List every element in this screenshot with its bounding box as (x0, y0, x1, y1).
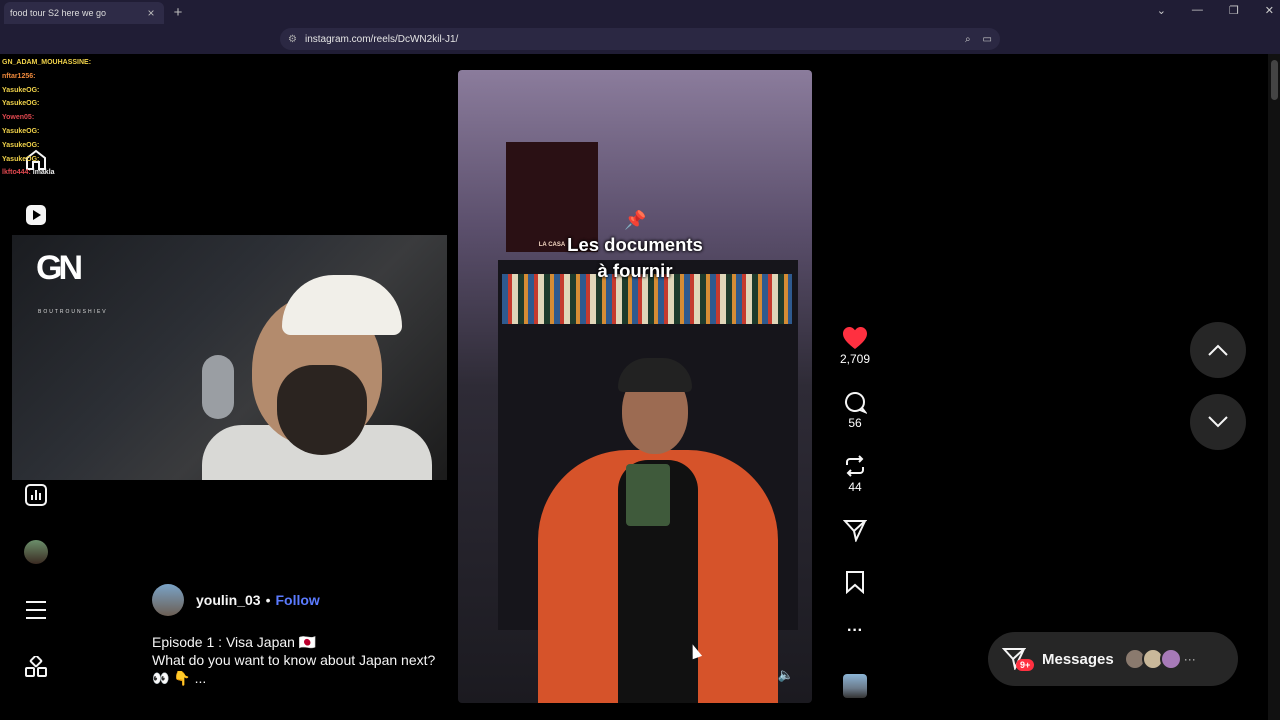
more-options-icon[interactable]: ··· (830, 622, 880, 640)
tab-title: food tour S2 here we go (10, 8, 107, 18)
pushpin-icon: 📌 (624, 210, 647, 230)
author-username[interactable]: youlin_03 (196, 592, 261, 608)
reel-caption[interactable]: Episode 1 : Visa Japan 🇯🇵 What do you wa… (152, 633, 442, 687)
save-button[interactable] (830, 570, 880, 594)
heart-icon (843, 327, 867, 349)
messages-label: Messages (1042, 650, 1114, 668)
send-icon (843, 520, 867, 542)
caption-line-2: What do you want to know about Japan nex… (152, 652, 436, 686)
separator-dot: • (265, 592, 271, 608)
page-scrollbar[interactable] (1268, 54, 1280, 720)
also-from-meta-icon[interactable] (22, 653, 50, 681)
repost-icon (846, 455, 864, 477)
repost-button[interactable]: 44 (830, 454, 880, 494)
address-bar-row: ☐ ⚙ instagram.com/reels/DcWN2kil-J1/ ⌕ ▭… (0, 26, 1280, 72)
messenger-icon: 9+ (1001, 646, 1035, 672)
zoom-icon[interactable]: ⌕ (965, 34, 971, 45)
more-menu-icon[interactable] (22, 596, 50, 624)
contact-avatar (1159, 648, 1182, 670)
chevron-up-icon (1208, 344, 1228, 356)
like-button[interactable]: 2,709 (830, 326, 880, 366)
chat-line: YasukeOG: (2, 100, 40, 108)
chat-line: Yowen05: (2, 114, 35, 122)
maximize-button[interactable]: ❐ (1229, 4, 1239, 17)
stream-chat-overlay: GN_ADAM_MOUHASSINE: nftar1256: YasukeOG:… (2, 56, 152, 180)
dashboard-icon[interactable] (22, 481, 50, 509)
audio-thumbnail[interactable] (843, 674, 867, 698)
chat-line: YasukeOG: (2, 86, 40, 94)
browser-chrome: food tour S2 here we go × + ⌄ — ❐ ✕ ☐ ⚙ … (0, 0, 1280, 72)
share-button[interactable] (830, 518, 880, 542)
bookmark-save-icon (846, 571, 864, 594)
url-field[interactable]: ⚙ instagram.com/reels/DcWN2kil-J1/ ⌕ ▭ (280, 28, 1000, 50)
microphone (202, 355, 234, 419)
volume-icon[interactable]: 🔈 (778, 667, 794, 683)
chat-line: GN_ADAM_MOUHASSINE: (2, 59, 92, 66)
close-window-button[interactable]: ✕ (1265, 4, 1274, 17)
chat-line: YasukeOG: (2, 127, 40, 135)
window-controls: ⌄ — ❐ ✕ (1157, 4, 1274, 17)
chat-line: lkfto444: lmakla (2, 169, 55, 177)
instagram-page: GN_ADAM_MOUHASSINE: nftar1256: YasukeOG:… (0, 54, 1280, 720)
site-info-icon[interactable]: ⚙ (288, 34, 297, 45)
new-tab-button[interactable]: + (170, 4, 186, 21)
tab-search-icon[interactable]: ⌄ (1157, 4, 1166, 17)
like-count: 2,709 (839, 352, 871, 366)
comment-icon (845, 392, 867, 414)
caption-line-1: Episode 1 : Visa Japan 🇯🇵 (152, 634, 317, 650)
previous-reel-button[interactable] (1190, 322, 1246, 378)
url-text: instagram.com/reels/DcWN2kil-J1/ (304, 33, 459, 45)
author-avatar[interactable] (152, 584, 184, 616)
follow-button[interactable]: Follow (276, 592, 320, 608)
url-actions: ⌕ ▭ (965, 34, 992, 45)
passport (626, 464, 670, 526)
recent-contacts (1123, 648, 1182, 670)
streamer-beard (277, 365, 367, 455)
reels-icon[interactable] (22, 201, 50, 229)
comment-count: 56 (848, 416, 862, 430)
chat-line: YasukeOG: (2, 141, 40, 149)
messages-button[interactable]: 9+ Messages ··· (988, 632, 1238, 686)
repost-count: 44 (848, 480, 862, 494)
more-contacts-icon: ··· (1183, 652, 1196, 666)
comment-button[interactable]: 56 (830, 390, 880, 430)
unread-badge: 9+ (1016, 659, 1035, 671)
profile-avatar[interactable] (22, 538, 50, 566)
chevron-down-icon (1208, 416, 1228, 428)
scrollbar-thumb[interactable] (1271, 60, 1278, 100)
video-text-overlay: Les documents à fournir (567, 234, 703, 281)
streamer-cap (282, 275, 402, 335)
cast-icon[interactable]: ▭ (983, 34, 992, 45)
stream-logo: GN (36, 249, 83, 287)
reel-author: youlin_03 • Follow (152, 584, 320, 616)
chat-line: nftar1256: (2, 72, 36, 80)
stream-logo-subtitle: BOUTROUNSHIEV (38, 309, 108, 315)
tab-strip: food tour S2 here we go × + ⌄ — ❐ ✕ (0, 0, 1280, 26)
next-reel-button[interactable] (1190, 394, 1246, 450)
close-tab-icon[interactable]: × (144, 6, 158, 20)
browser-tab[interactable]: food tour S2 here we go × (4, 2, 164, 24)
streamer-webcam: GN BOUTROUNSHIEV (12, 235, 447, 480)
chat-line: YasukeOG: (2, 155, 40, 163)
minimize-button[interactable]: — (1192, 4, 1203, 17)
reel-video[interactable]: LA CASA 📌 Les documents à fournir 🔈 (458, 70, 812, 703)
